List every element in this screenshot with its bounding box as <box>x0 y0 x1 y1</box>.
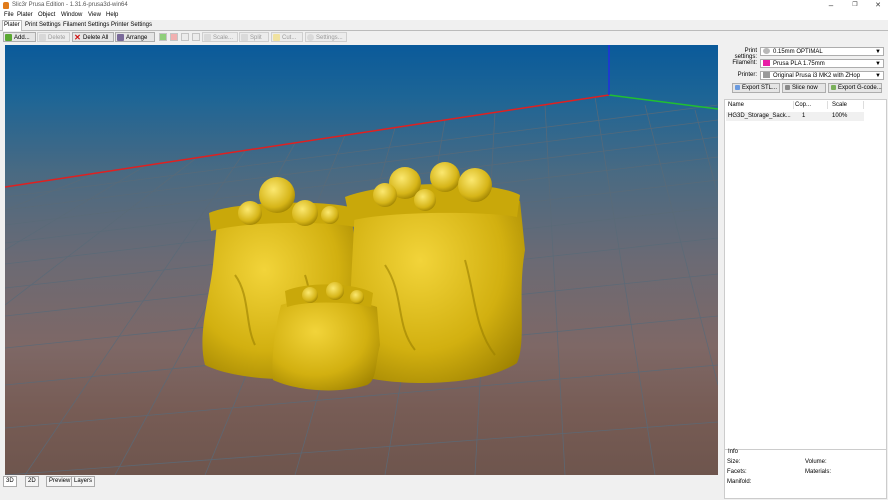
scale-icon <box>204 33 211 41</box>
object-scale: 100% <box>832 113 848 119</box>
split-label: Split <box>250 35 262 41</box>
menu-bar: File Plater Object Window View Help <box>0 11 888 20</box>
printer-value: Original Prusa i3 MK2 with ZHop <box>773 73 861 79</box>
size-label: Size: <box>727 459 741 465</box>
column-header-name[interactable]: Name <box>728 102 744 108</box>
column-header-scale[interactable]: Scale <box>832 102 847 108</box>
facets-label: Facets: <box>727 469 747 475</box>
delete-icon <box>39 33 46 41</box>
print-bed-scene <box>5 45 718 475</box>
title-bar: Slic3r Prusa Edition - 1.31.6-prusa3d-wi… <box>0 0 888 11</box>
delete-label: Delete <box>48 35 66 41</box>
printer-dropdown[interactable]: Original Prusa i3 MK2 with ZHop ▼ <box>760 71 884 80</box>
settings-tabs: Plater Print Settings Filament Settings … <box>0 20 888 31</box>
print-settings-icon <box>763 48 770 55</box>
tab-layers[interactable]: Layers <box>71 476 96 487</box>
slice-now-label: Slice now <box>792 85 818 91</box>
menu-view[interactable]: View <box>88 12 101 18</box>
y-axis-line <box>608 94 718 110</box>
object-copies: 1 <box>802 113 806 119</box>
arrange-icon <box>117 33 124 41</box>
print-settings-label: Print settings: <box>734 48 757 60</box>
settings-gear-icon <box>307 33 314 41</box>
export-stl-button[interactable]: Export STL... <box>732 83 780 93</box>
printer-label: Printer: <box>737 72 757 78</box>
manifold-label: Manifold: <box>727 479 752 485</box>
settings-label: Settings... <box>316 35 343 41</box>
export-gcode-icon <box>831 84 836 90</box>
print-settings-dropdown[interactable]: 0.15mm OPTIMAL ▼ <box>760 47 884 56</box>
chevron-down-icon: ▼ <box>875 73 881 79</box>
printer-icon <box>763 72 770 79</box>
delete-button[interactable]: Delete <box>37 32 70 42</box>
column-separator <box>793 101 794 109</box>
materials-label: Materials: <box>805 469 832 475</box>
export-stl-label: Export STL... <box>742 85 778 91</box>
filament-dropdown[interactable]: Prusa PLA 1.75mm ▼ <box>760 59 884 68</box>
close-button[interactable]: ✕ <box>871 1 885 10</box>
decrease-copies-icon[interactable] <box>170 33 178 41</box>
export-stl-icon <box>735 84 740 90</box>
scale-label: Scale... <box>213 35 234 41</box>
cut-label: Cut... <box>282 35 297 41</box>
tab-3d[interactable]: 3D <box>3 476 17 487</box>
slic3r-app-icon <box>3 2 9 9</box>
add-button[interactable]: Add... <box>3 32 36 42</box>
filament-value: Prusa PLA 1.75mm <box>773 61 825 67</box>
menu-plater[interactable]: Plater <box>17 12 33 18</box>
column-separator <box>827 101 828 109</box>
arrange-button[interactable]: Arrange <box>115 32 155 42</box>
cut-button[interactable]: Cut... <box>271 32 303 42</box>
plater-toolbar: Add... Delete ✕ Delete All Arrange Scale.… <box>0 31 888 43</box>
chevron-down-icon: ▼ <box>875 61 881 67</box>
tab-printer-settings[interactable]: Printer Settings <box>110 21 153 30</box>
export-gcode-label: Export G-code... <box>838 85 882 91</box>
menu-object[interactable]: Object <box>38 12 55 18</box>
cut-icon <box>273 33 280 41</box>
settings-button[interactable]: Settings... <box>305 32 347 42</box>
object-name: HG3D_Storage_Sack... <box>728 113 791 119</box>
print-settings-value: 0.15mm OPTIMAL <box>773 49 823 55</box>
minimize-button[interactable]: – <box>824 1 838 10</box>
3d-viewport[interactable] <box>5 45 718 475</box>
rotate-left-icon[interactable] <box>181 33 189 41</box>
slice-icon <box>785 84 790 90</box>
menu-file[interactable]: File <box>4 12 14 18</box>
tab-print-settings[interactable]: Print Settings <box>24 21 62 30</box>
menu-window[interactable]: Window <box>61 12 82 18</box>
add-label: Add... <box>14 35 30 41</box>
slice-now-button[interactable]: Slice now <box>782 83 826 93</box>
delete-all-button[interactable]: ✕ Delete All <box>72 32 114 42</box>
split-icon <box>241 33 248 41</box>
object-list: Name Cop... Scale HG3D_Storage_Sack... 1… <box>724 99 887 451</box>
info-title: Info <box>728 449 739 455</box>
right-panel: Print settings: 0.15mm OPTIMAL ▼ Filamen… <box>722 45 888 500</box>
window-title: Slic3r Prusa Edition - 1.31.6-prusa3d-wi… <box>12 2 128 8</box>
column-header-copies[interactable]: Cop... <box>795 102 811 108</box>
sack-small <box>272 282 380 391</box>
maximize-button[interactable]: ❐ <box>848 1 862 10</box>
tab-plater[interactable]: Plater <box>2 20 22 31</box>
split-button[interactable]: Split <box>239 32 269 42</box>
info-panel: Info Size: Volume: Facets: Materials: Ma… <box>724 449 887 499</box>
filament-label: Filament: <box>732 60 757 66</box>
tab-filament-settings[interactable]: Filament Settings <box>62 21 110 30</box>
chevron-down-icon: ▼ <box>875 49 881 55</box>
table-row[interactable]: HG3D_Storage_Sack... 1 100% <box>726 112 864 121</box>
rotate-right-icon[interactable] <box>192 33 200 41</box>
column-separator <box>863 101 864 109</box>
export-gcode-button[interactable]: Export G-code... <box>828 83 882 93</box>
menu-help[interactable]: Help <box>106 12 118 18</box>
add-icon <box>5 33 12 41</box>
x-axis-line <box>5 94 610 188</box>
delete-all-icon: ✕ <box>74 32 81 42</box>
increase-copies-icon[interactable] <box>159 33 167 41</box>
delete-all-label: Delete All <box>83 35 109 41</box>
filament-color-swatch <box>763 60 770 67</box>
arrange-label: Arrange <box>126 35 148 41</box>
volume-label: Volume: <box>805 459 827 465</box>
tab-2d[interactable]: 2D <box>25 476 39 487</box>
tab-preview[interactable]: Preview <box>46 476 74 487</box>
scale-button[interactable]: Scale... <box>202 32 238 42</box>
